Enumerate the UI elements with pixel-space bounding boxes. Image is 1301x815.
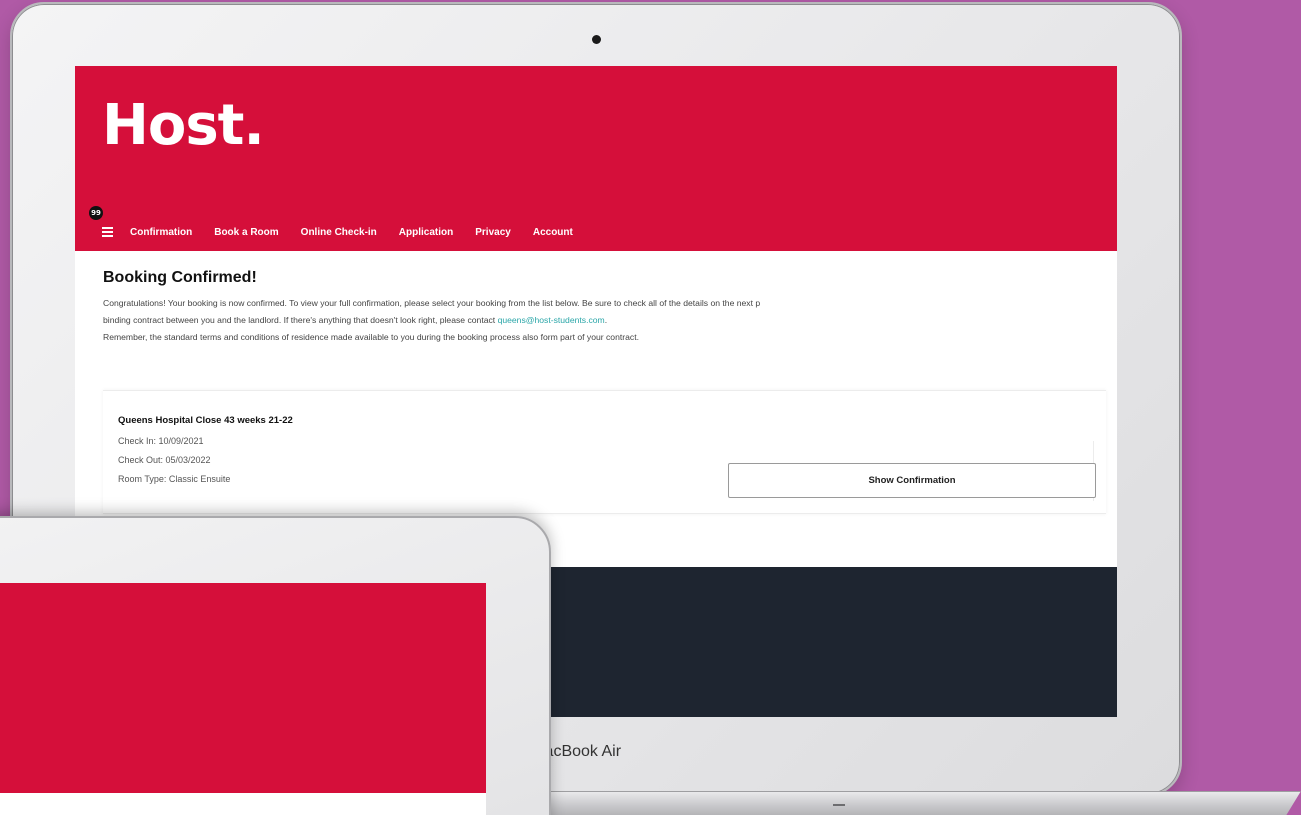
intro-line-2: binding contract between you and the lan… (103, 312, 1113, 329)
nav-item-privacy[interactable]: Privacy (475, 227, 511, 238)
intro-line-1: Congratulations! Your booking is now con… (103, 298, 761, 308)
intro-line-2-end: . (604, 315, 608, 325)
laptop-notch (833, 804, 845, 806)
scene: Host. 99 Confirmation Book a Room Online… (0, 0, 1301, 815)
booking-name: Queens Hospital Close 43 weeks 21-22 (118, 415, 293, 426)
page-title: Booking Confirmed! (103, 269, 257, 286)
booking-card: Queens Hospital Close 43 weeks 21-22 Che… (103, 390, 1106, 514)
show-confirmation-button[interactable]: Show Confirmation (728, 463, 1096, 498)
booking-room-type: Room Type: Classic Ensuite (118, 474, 231, 484)
booking-check-out: Check Out: 05/03/2022 (118, 455, 211, 465)
host-logo[interactable]: Host. (102, 98, 265, 154)
hamburger-icon[interactable] (102, 227, 113, 237)
front-laptop-screen-bottom (0, 793, 486, 815)
main-content: Booking Confirmed! Congratulations! Your… (103, 269, 1113, 346)
intro-line-2-text: binding contract between you and the lan… (103, 315, 498, 325)
nav-item-book-a-room[interactable]: Book a Room (214, 227, 278, 238)
intro-line-3: Remember, the standard terms and conditi… (103, 332, 639, 342)
laptop-base (540, 791, 1301, 815)
main-nav: Confirmation Book a Room Online Check-in… (102, 222, 595, 242)
device-model-label: lacBook Air (541, 743, 622, 760)
booking-check-in: Check In: 10/09/2021 (118, 436, 204, 446)
site-header: Host. 99 Confirmation Book a Room Online… (75, 66, 1117, 251)
nav-item-application[interactable]: Application (399, 227, 453, 238)
nav-item-confirmation[interactable]: Confirmation (130, 227, 192, 238)
notification-badge[interactable]: 99 (89, 206, 103, 220)
camera-icon (592, 35, 601, 44)
nav-item-account[interactable]: Account (533, 227, 573, 238)
intro-text: Congratulations! Your booking is now con… (103, 295, 1113, 346)
nav-item-online-check-in[interactable]: Online Check-in (301, 227, 377, 238)
contact-email-link[interactable]: queens@host-students.com (498, 315, 605, 325)
front-laptop-screen (0, 583, 486, 793)
